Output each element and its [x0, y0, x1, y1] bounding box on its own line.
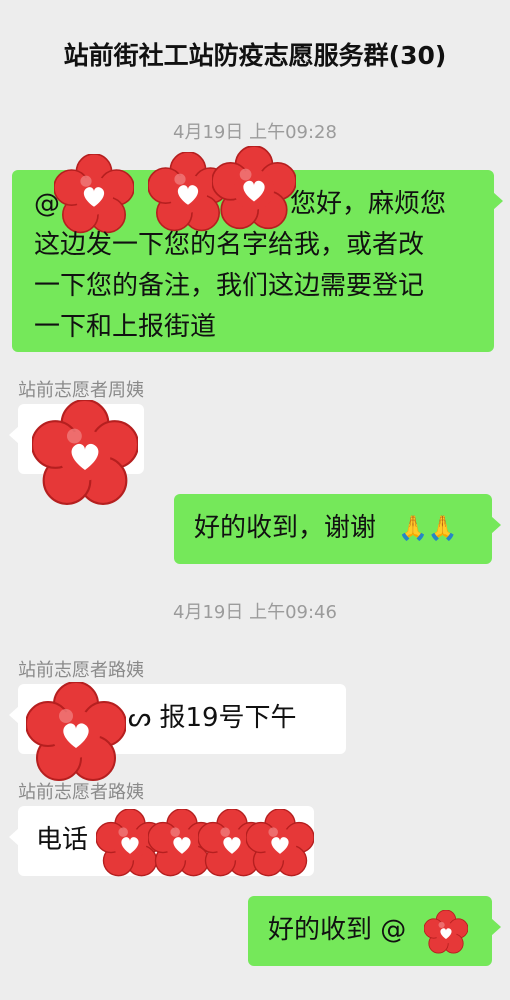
message-bubble-outgoing[interactable]: @ 您好，麻烦您 这边发一下您的名字给我，或者改 一下您的备注，我们这边需要登记…	[12, 170, 503, 352]
message-bubble-incoming[interactable]: 电话	[9, 806, 314, 877]
message-line: 您好，麻烦您	[290, 189, 447, 219]
timestamp: 4月19日 上午09:46	[173, 602, 337, 623]
message-text: 好的收到，谢谢	[194, 513, 377, 543]
sender-name: 站前志愿者周姨	[18, 380, 144, 401]
timestamp: 4月19日 上午09:28	[173, 122, 337, 143]
bottom-cutoff	[0, 985, 510, 1000]
message-bubble-incoming[interactable]: ᔕ 报19号下午	[9, 684, 346, 754]
message-text: ᔕ 报19号下午	[128, 703, 297, 733]
sender-name: 站前志愿者路姨	[18, 782, 144, 803]
flower-sticker-icon	[32, 400, 138, 506]
flower-sticker-icon	[26, 682, 126, 782]
flower-sticker-icon	[212, 146, 296, 230]
sender-name: 站前志愿者路姨	[18, 660, 144, 681]
flower-sticker-icon	[54, 154, 134, 234]
message-bubble-incoming[interactable]	[9, 404, 144, 474]
message-line: 一下您的备注，我们这边需要登记	[34, 271, 425, 301]
message-text: 电话	[36, 825, 89, 855]
chat-header: 站前街社工站防疫志愿服务群(30)	[0, 0, 510, 96]
chat-title: 站前街社工站防疫志愿服务群(30)	[63, 41, 447, 70]
message-line: 这边发一下您的名字给我，或者改	[34, 230, 425, 260]
message-line: 一下和上报街道	[34, 312, 217, 342]
message-bubble-outgoing[interactable]: 好的收到 @	[248, 896, 501, 966]
message-text: 好的收到 @	[268, 915, 407, 945]
message-bubble-outgoing[interactable]: 好的收到，谢谢 🙏🙏	[174, 494, 501, 564]
praying-hands-emoji: 🙏🙏	[398, 514, 458, 542]
flower-sticker-icon	[424, 910, 468, 954]
flower-sticker-icon	[246, 809, 314, 877]
